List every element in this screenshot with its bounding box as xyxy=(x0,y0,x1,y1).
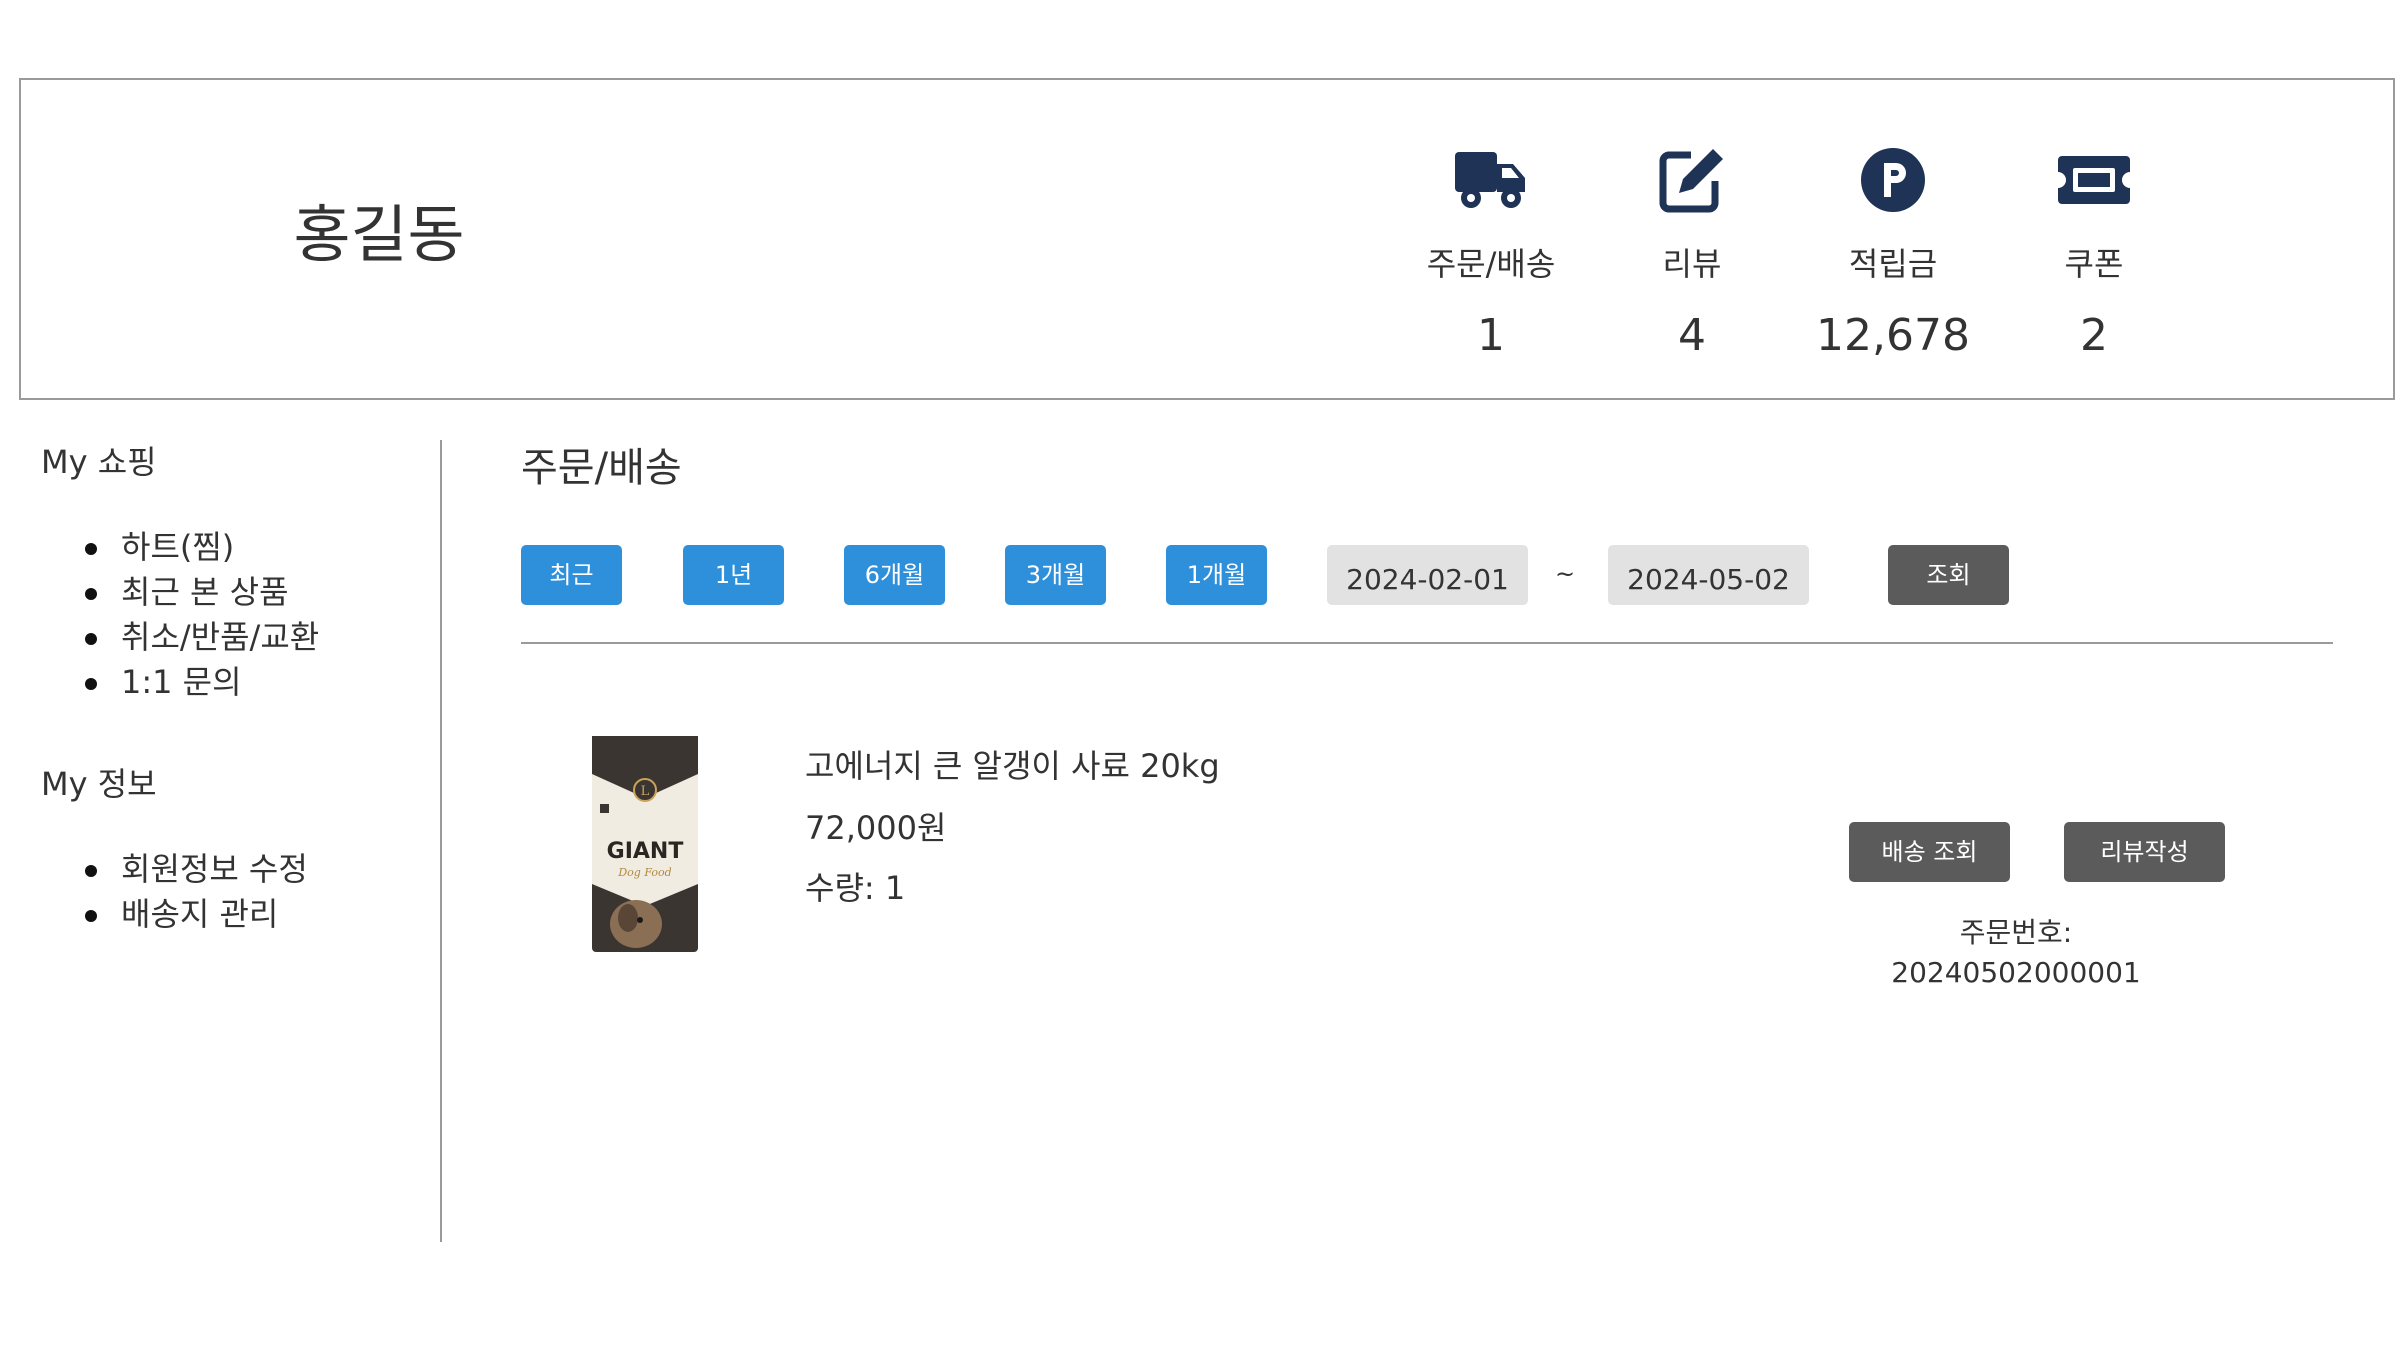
period-1month-button[interactable]: 1개월 xyxy=(1166,545,1267,605)
track-delivery-button[interactable]: 배송 조회 xyxy=(1849,822,2010,882)
divider xyxy=(521,642,2333,644)
sidebar-item-inquiry[interactable]: 1:1 문의 xyxy=(78,660,319,705)
period-6months-button[interactable]: 6개월 xyxy=(844,545,945,605)
stat-points-label: 적립금 xyxy=(1848,245,1938,283)
page-title: 주문/배송 xyxy=(521,445,682,491)
ticket-icon xyxy=(1994,140,2194,220)
period-recent-button[interactable]: 최근 xyxy=(521,545,622,605)
sidebar-item-edit-profile[interactable]: 회원정보 수정 xyxy=(78,847,308,892)
sidebar: My 쇼핑 하트(찜) 최근 본 상품 취소/반품/교환 1:1 문의 My 정… xyxy=(0,440,442,1242)
svg-text:L: L xyxy=(641,784,650,799)
stat-points-value: 12,678 xyxy=(1816,310,1970,361)
stat-reviews-label: 리뷰 xyxy=(1662,245,1722,283)
product-image-brand: GIANT xyxy=(607,839,684,864)
stat-orders-label: 주문/배송 xyxy=(1426,245,1556,283)
product-quantity: 수량: 1 xyxy=(805,869,906,907)
user-name: 홍길동 xyxy=(293,198,465,271)
sidebar-info-title: My 정보 xyxy=(41,765,157,803)
sidebar-item-hearts[interactable]: 하트(찜) xyxy=(78,525,319,570)
period-1year-button[interactable]: 1년 xyxy=(683,545,784,605)
stat-reviews[interactable]: 리뷰 4 xyxy=(1592,140,1792,364)
order-number: 주문번호: 20240502000001 xyxy=(1891,916,2141,989)
truck-icon xyxy=(1391,140,1591,220)
search-button[interactable]: 조회 xyxy=(1888,545,2009,605)
stat-reviews-value: 4 xyxy=(1678,310,1706,361)
product-price: 72,000원 xyxy=(805,809,947,847)
sidebar-shopping-list: 하트(찜) 최근 본 상품 취소/반품/교환 1:1 문의 xyxy=(78,525,319,705)
points-icon xyxy=(1793,140,1993,220)
sidebar-info-list: 회원정보 수정 배송지 관리 xyxy=(78,847,308,937)
stat-points[interactable]: 적립금 12,678 xyxy=(1793,140,1993,364)
stat-coupons[interactable]: 쿠폰 2 xyxy=(1994,140,2194,364)
edit-icon xyxy=(1592,140,1792,220)
stat-orders-value: 1 xyxy=(1477,310,1505,361)
write-review-button[interactable]: 리뷰작성 xyxy=(2064,822,2225,882)
period-3months-button[interactable]: 3개월 xyxy=(1005,545,1106,605)
stat-coupons-value: 2 xyxy=(2080,310,2108,361)
stat-orders[interactable]: 주문/배송 1 xyxy=(1391,140,1591,364)
product-image[interactable]: L GIANT Dog Food xyxy=(588,734,702,954)
profile-summary: 홍길동 주문/배송 1 리뷰 4 적립금 12,678 쿠폰 2 xyxy=(19,78,2395,400)
stat-coupons-label: 쿠폰 xyxy=(2064,245,2124,283)
date-range-separator: ~ xyxy=(1555,560,1576,588)
end-date-field[interactable]: 2024-05-02 xyxy=(1608,545,1809,605)
start-date-field[interactable]: 2024-02-01 xyxy=(1327,545,1528,605)
product-name[interactable]: 고에너지 큰 알갱이 사료 20kg xyxy=(805,744,1220,788)
product-image-script: Dog Food xyxy=(617,866,671,879)
sidebar-shopping-title: My 쇼핑 xyxy=(41,443,157,481)
sidebar-item-addresses[interactable]: 배송지 관리 xyxy=(78,892,308,937)
sidebar-item-recent[interactable]: 최근 본 상품 xyxy=(78,570,319,615)
sidebar-item-cancel-return[interactable]: 취소/반품/교환 xyxy=(78,615,319,660)
